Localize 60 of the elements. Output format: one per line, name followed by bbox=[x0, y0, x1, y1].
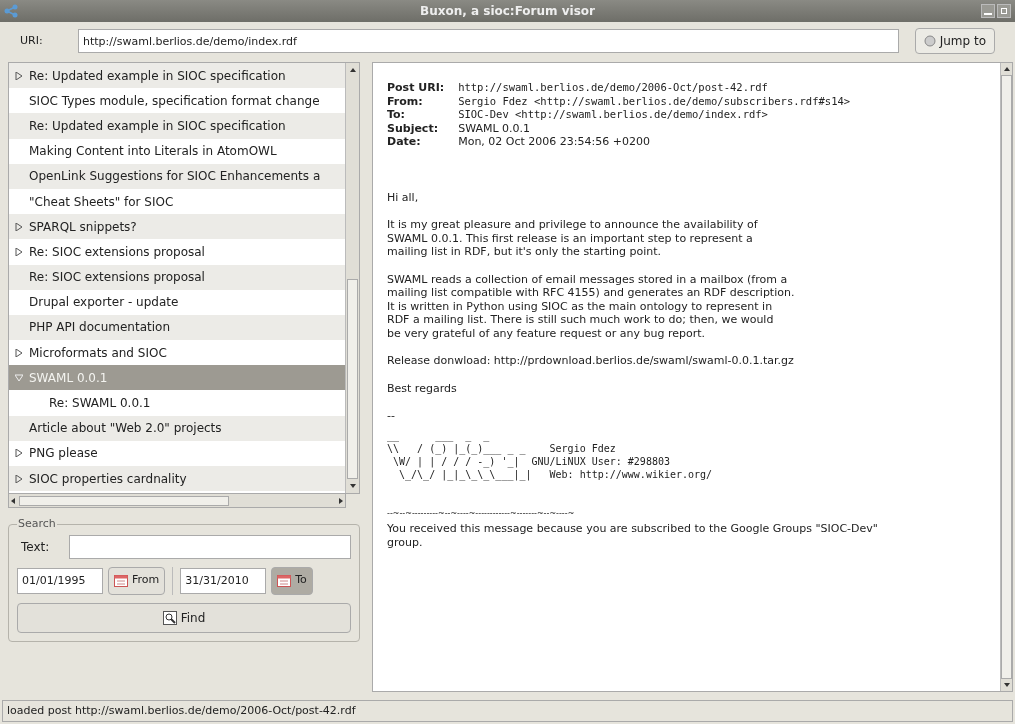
uri-label: URI: bbox=[20, 32, 44, 49]
header-value: SIOC-Dev <http://swaml.berlios.de/demo/index.rdf> bbox=[458, 108, 769, 122]
maximize-button[interactable] bbox=[997, 4, 1011, 18]
vertical-scrollbar[interactable] bbox=[345, 63, 359, 493]
header-label: Subject: bbox=[387, 121, 440, 135]
thread-tree-item[interactable]: PHP API documentation bbox=[9, 314, 345, 341]
collapsed-triangle-icon[interactable] bbox=[15, 222, 23, 231]
header-label: From: bbox=[387, 94, 424, 108]
thread-tree-item[interactable]: OpenLink Suggestions for SIOC Enhancements a bbox=[9, 163, 345, 189]
window-title: Buxon, a sioc:Forum visor bbox=[420, 3, 595, 20]
minimize-button[interactable] bbox=[981, 4, 995, 18]
thread-tree-item[interactable]: Re: Updated example in SIOC specification bbox=[9, 113, 345, 139]
message-paragraph: -- bbox=[387, 409, 396, 423]
from-button[interactable]: From bbox=[108, 566, 166, 595]
calendar-icon bbox=[277, 574, 292, 587]
calendar-icon bbox=[114, 574, 128, 587]
to-button[interactable]: To bbox=[271, 566, 313, 595]
scrollbar-thumb[interactable] bbox=[19, 495, 229, 506]
header-value: Mon, 02 Oct 2006 23:54:56 +0200 bbox=[458, 135, 651, 149]
to-date-field[interactable]: 31/31/2010 bbox=[180, 567, 267, 594]
footer-text: You received this message because you are subscribed to the Google Groups "SIOC-Dev" group. bbox=[387, 522, 879, 549]
header-value: http://swaml.berlios.de/demo/2006-Oct/post-42.rdf bbox=[458, 81, 769, 95]
down-arrow-icon[interactable] bbox=[349, 484, 356, 488]
horizontal-scrollbar[interactable] bbox=[8, 494, 346, 508]
search-icon bbox=[162, 610, 177, 625]
up-arrow-icon[interactable] bbox=[1003, 67, 1010, 71]
message-paragraph: Release donwload: http://prdownload.berlios.de/swaml/swaml-0.0.1.tar.gz bbox=[387, 354, 795, 368]
message-paragraph: It is my great pleasure and privilege to announce the availability of SWAML 0.0.1. This first release is an important step to represent a mailing list in RDF, but it's only the starting point. bbox=[387, 218, 759, 259]
thread-tree-item[interactable]: Re: Updated example in SIOC specification bbox=[9, 63, 345, 89]
from-date-field[interactable]: 01/01/1995 bbox=[17, 567, 103, 594]
header-label: Post URI: bbox=[387, 81, 445, 95]
message-paragraph: Hi all, bbox=[387, 190, 420, 204]
header-label: To: bbox=[387, 108, 406, 122]
header-value: Sergio Fdez <http://swaml.berlios.de/demo/subscribers.rdf#s14> bbox=[458, 94, 852, 108]
text-label: Text: bbox=[20, 538, 51, 556]
header-value: SWAML 0.0.1 bbox=[458, 121, 532, 135]
collapsed-triangle-icon[interactable] bbox=[15, 71, 23, 80]
thread-tree-item[interactable]: SIOC properties cardnality bbox=[9, 466, 345, 492]
uri-field[interactable]: http://swaml.berlios.de/demo/index.rdf bbox=[78, 29, 899, 53]
collapsed-triangle-icon[interactable] bbox=[15, 449, 23, 458]
collapsed-triangle-icon[interactable] bbox=[15, 474, 23, 483]
ascii-art-signature: __ ___ _ _ \\ / (_) |_(_)___ _ _ Sergio Fdez \W/ | | / / / -_) '_| GNU/LiNUX User: #298803 \_/\_/ |_|_\_\_\___|_| Web: http://www.wikier.org/ bbox=[387, 428, 714, 481]
globe-icon bbox=[923, 35, 936, 47]
collapsed-triangle-icon[interactable] bbox=[15, 247, 23, 256]
jump-to-button[interactable]: Jump to bbox=[914, 28, 995, 54]
message-paragraph: Best regards bbox=[387, 381, 458, 395]
scrollbar-thumb[interactable] bbox=[347, 279, 358, 479]
thread-tree-item[interactable]: SPARQL snippets? bbox=[9, 214, 345, 240]
search-group-title: Search bbox=[17, 516, 57, 532]
status-bar: loaded post http://swaml.berlios.de/demo/2006-Oct/post-42.rdf bbox=[2, 700, 1013, 722]
separator-line: --~--~---------~--~----~------------~-------~--~----~ bbox=[387, 507, 576, 520]
thread-tree-item[interactable]: Article about "Web 2.0" projects bbox=[9, 415, 345, 441]
up-arrow-icon[interactable] bbox=[349, 68, 356, 72]
find-button[interactable]: Find bbox=[17, 602, 351, 633]
message-paragraph: SWAML reads a collection of email messages stored in a mailbox (from a mailing list compatible with RFC 4155) and generates an RDF description. It is written in Python using SIOC as the main ontology to represent in RDF a mailing list. There is still such much work to do; then, we would be very grateful of any feature request or any bug report. bbox=[387, 272, 796, 340]
down-arrow-icon[interactable] bbox=[1003, 683, 1010, 687]
thread-tree-item[interactable]: Re: SIOC extensions proposal bbox=[9, 264, 345, 290]
search-text-field[interactable] bbox=[69, 534, 351, 559]
collapsed-triangle-icon[interactable] bbox=[15, 348, 23, 357]
header-label: Date: bbox=[387, 135, 422, 149]
